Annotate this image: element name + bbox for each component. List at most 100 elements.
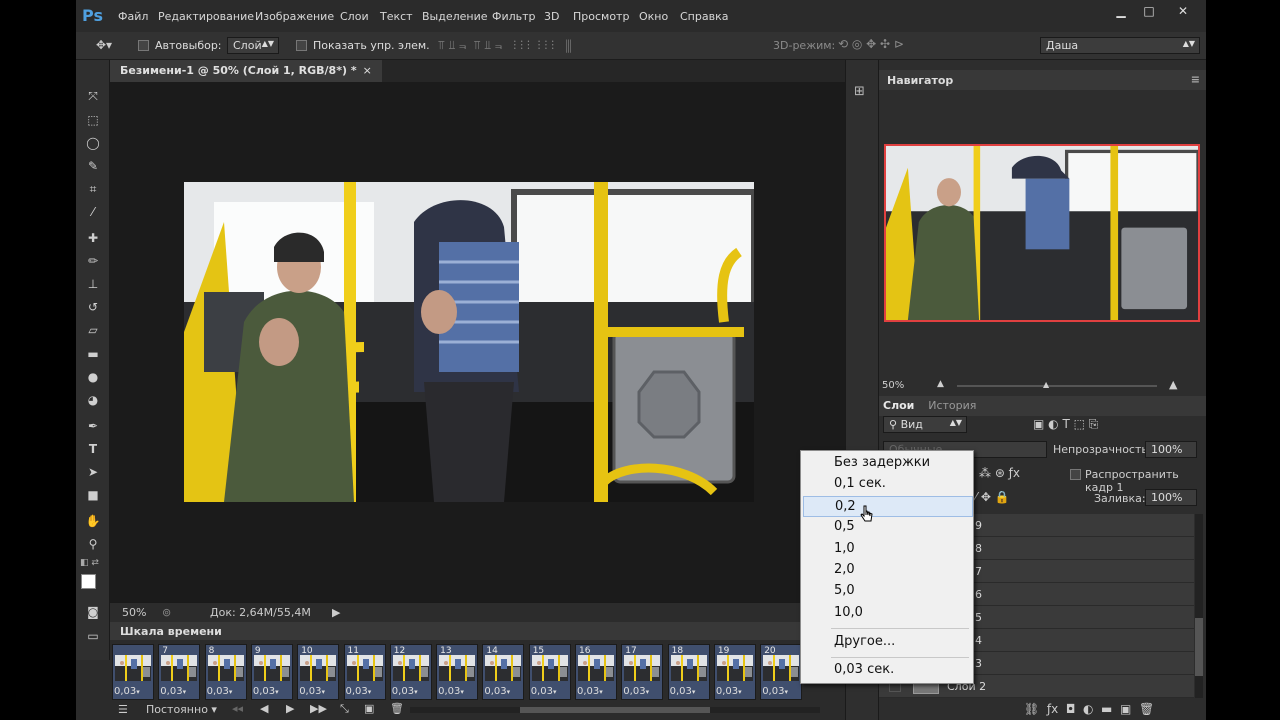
autoselect-checkbox[interactable] (138, 40, 149, 51)
dodge-tool-icon[interactable]: ◕ (82, 390, 104, 410)
delay-option[interactable]: 0,1 сек. (803, 474, 973, 495)
delay-option[interactable]: Без задержки (803, 453, 973, 474)
canvas-area[interactable] (110, 82, 845, 602)
menu-3d[interactable]: 3D (544, 10, 559, 23)
gradient-tool-icon[interactable]: ▬ (82, 344, 104, 364)
frame-delay[interactable]: 0,03▾ (392, 686, 418, 697)
tab-layers[interactable]: Слои (883, 399, 914, 412)
frame-delay[interactable]: 0,03▾ (716, 686, 742, 697)
shape-tool-icon[interactable]: ■ (82, 485, 104, 505)
tab-history[interactable]: История (928, 399, 976, 412)
blur-tool-icon[interactable]: ● (82, 367, 104, 387)
layer-filter-icons[interactable]: ▣ ◐ T ⬚ ⎘ (1033, 417, 1098, 432)
zoom-slider[interactable] (957, 385, 1157, 387)
timeline-frame[interactable]: 16 0,03▾ (575, 644, 617, 700)
delay-option[interactable]: 2,0 (803, 560, 973, 581)
new-frame-icon[interactable]: ▣ (364, 702, 374, 715)
foreground-color-swatch[interactable] (81, 574, 96, 589)
healing-tool-icon[interactable]: ✚ (82, 228, 104, 248)
menu-file[interactable]: Файл (118, 10, 148, 23)
minimize-icon[interactable]: ▁ (1108, 4, 1134, 20)
close-icon[interactable]: ✕ (1170, 4, 1196, 20)
delay-option[interactable]: Другое... (803, 632, 973, 653)
align-icons[interactable]: ⫪ ⫫ ⫬ ⫪ ⫫ ⫬ ⫶ ⫶ ⫶ ⫶ ⫶ ⫶ ⫼ (438, 38, 571, 53)
delay-option[interactable]: 10,0 (803, 603, 973, 624)
timeline-frame[interactable]: 14 0,03▾ (482, 644, 525, 700)
brush-tool-icon[interactable]: ✏ (82, 251, 104, 271)
history-brush-tool-icon[interactable]: ↺ (82, 297, 104, 317)
maximize-icon[interactable]: □ (1136, 4, 1162, 20)
frame-delay[interactable]: 0,03▾ (207, 686, 233, 697)
zoom-tool-icon[interactable]: ⚲ (82, 534, 104, 554)
menu-image[interactable]: Изображение (255, 10, 334, 23)
timeline-frame[interactable]: 15 0,03▾ (528, 644, 571, 700)
quick-select-tool-icon[interactable]: ✎ (82, 156, 104, 176)
frame-delay[interactable]: 0,03▾ (623, 686, 649, 697)
eyedropper-tool-icon[interactable]: ⁄ (82, 202, 104, 222)
timeline-frame[interactable]: 18 0,03▾ (667, 644, 710, 700)
first-frame-icon[interactable]: ◂◂ (232, 702, 243, 715)
unify-icons[interactable]: ⁂ ⊛ ƒx (979, 466, 1020, 480)
timeline-scroll-thumb[interactable] (520, 707, 710, 713)
loop-select[interactable]: Постоянно ▾ (146, 703, 217, 716)
tween-icon[interactable]: ⤡ (340, 702, 349, 716)
move-tool-icon[interactable]: ⤧ (82, 86, 104, 106)
menu-filter[interactable]: Фильтр (492, 10, 536, 23)
zoom-in-icon[interactable]: ▲ (1169, 378, 1177, 391)
menu-type[interactable]: Текст (380, 10, 413, 23)
lock-icons[interactable]: ⁄ ✥ 🔒 (975, 490, 1010, 504)
frame-delay[interactable]: 0,03▾ (438, 686, 464, 697)
show-controls-checkbox[interactable] (296, 40, 307, 51)
path-select-tool-icon[interactable]: ➤ (82, 462, 104, 482)
quick-mask-icon[interactable]: ◙ (82, 602, 104, 622)
panel-menu-icon[interactable]: ≡ (1191, 73, 1200, 86)
zoom-level[interactable]: 50% (122, 606, 146, 619)
crop-tool-icon[interactable]: ⌗ (82, 179, 104, 199)
frame-delay[interactable]: 0,03▾ (253, 686, 279, 697)
delay-option[interactable]: 1,0 (803, 539, 973, 560)
next-frame-icon[interactable]: ▶▶ (310, 702, 327, 715)
layer-filter-select[interactable]: ⚲ Вид ▲▼ (883, 416, 967, 433)
timeline-frame[interactable]: 12 0,03▾ (389, 644, 432, 700)
pen-tool-icon[interactable]: ✒ (82, 416, 104, 436)
navigator-preview[interactable] (884, 144, 1200, 322)
frame-delay[interactable]: 0,03▾ (670, 686, 696, 697)
menu-layers[interactable]: Слои (340, 10, 369, 23)
frame-delay[interactable]: 0,03▾ (762, 686, 788, 697)
layers-scrollbar[interactable] (1195, 514, 1203, 698)
history-panel-icon[interactable]: ⊞ (854, 84, 865, 99)
propagate-checkbox[interactable] (1070, 469, 1081, 480)
frame-delay[interactable]: 0,03▾ (299, 686, 325, 697)
frame-delay[interactable]: 0,03▾ (531, 686, 557, 697)
timeline-frame[interactable]: 7 0,03▾ (158, 644, 201, 700)
screen-mode-icon[interactable]: ▭ (82, 626, 104, 646)
fill-input[interactable]: 100% (1145, 489, 1197, 506)
menu-select[interactable]: Выделение (422, 10, 488, 23)
document-tab[interactable]: Безимени-1 @ 50% (Слой 1, RGB/8*) * × (110, 60, 382, 82)
prev-frame-icon[interactable]: ◀ (260, 702, 268, 715)
frame-delay[interactable]: 0,03▾ (484, 686, 510, 697)
navigator-title[interactable]: Навигатор (887, 74, 953, 87)
play-icon[interactable]: ▶ (286, 702, 294, 715)
timeline-frame[interactable]: 8 0,03▾ (204, 644, 247, 700)
move-tool-icon[interactable]: ✥▾ (96, 38, 112, 52)
menu-help[interactable]: Справка (680, 10, 728, 23)
menu-edit[interactable]: Редактирование (158, 10, 254, 23)
frame-delay[interactable]: 0,03▾ (160, 686, 186, 697)
zoom-slider-handle[interactable]: ▲ (1043, 380, 1049, 389)
stamp-tool-icon[interactable]: ⊥ (82, 274, 104, 294)
swap-colors-icon[interactable]: ◧ ⇄ (80, 558, 99, 568)
menu-window[interactable]: Окно (639, 10, 668, 23)
delay-option[interactable]: 0,2 (803, 496, 973, 517)
frame-delay[interactable]: 0,03▾ (577, 686, 603, 697)
frame-delay[interactable]: 0,03▾ (114, 686, 140, 697)
delete-frame-icon[interactable]: 🗑 (390, 702, 404, 715)
autoselect-select[interactable]: Слой ▲▼ (227, 37, 279, 54)
timeline-scrollbar[interactable] (410, 707, 820, 713)
layer-actions-icons[interactable]: ⛓ ƒx ◘ ◐ ▬ ▣ 🗑 (1024, 702, 1154, 716)
convert-icon[interactable]: ☰ (118, 703, 128, 716)
marquee-tool-icon[interactable]: ⬚ (82, 110, 104, 130)
navigator-zoom[interactable]: 50% (882, 380, 904, 391)
timeline-frame[interactable]: 0,03▾ (112, 644, 154, 700)
status-menu-icon[interactable]: ▶ (332, 606, 340, 619)
